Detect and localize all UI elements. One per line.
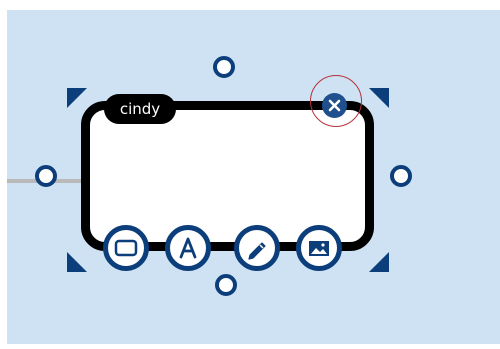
rectangle-shape-icon [114, 239, 138, 257]
connect-handle-bottom[interactable] [215, 274, 237, 296]
pencil-icon [248, 242, 266, 260]
resize-handle-bottom-left[interactable] [67, 252, 87, 272]
connect-handle-right[interactable] [390, 165, 412, 187]
connect-handle-left[interactable] [35, 165, 57, 187]
node-label[interactable]: cindy [104, 94, 176, 124]
connect-handle-top[interactable] [213, 56, 235, 78]
resize-handle-top-left[interactable] [67, 88, 87, 108]
delete-node-button[interactable] [322, 93, 347, 118]
resize-handle-top-right[interactable] [369, 88, 389, 108]
edit-button[interactable] [234, 225, 280, 271]
close-icon [328, 99, 341, 112]
shape-tool-button[interactable] [103, 225, 149, 271]
image-button[interactable] [296, 225, 342, 271]
text-format-button[interactable] [165, 225, 211, 271]
resize-handle-bottom-right[interactable] [369, 252, 389, 272]
text-format-icon [179, 237, 197, 259]
image-icon [309, 241, 329, 256]
